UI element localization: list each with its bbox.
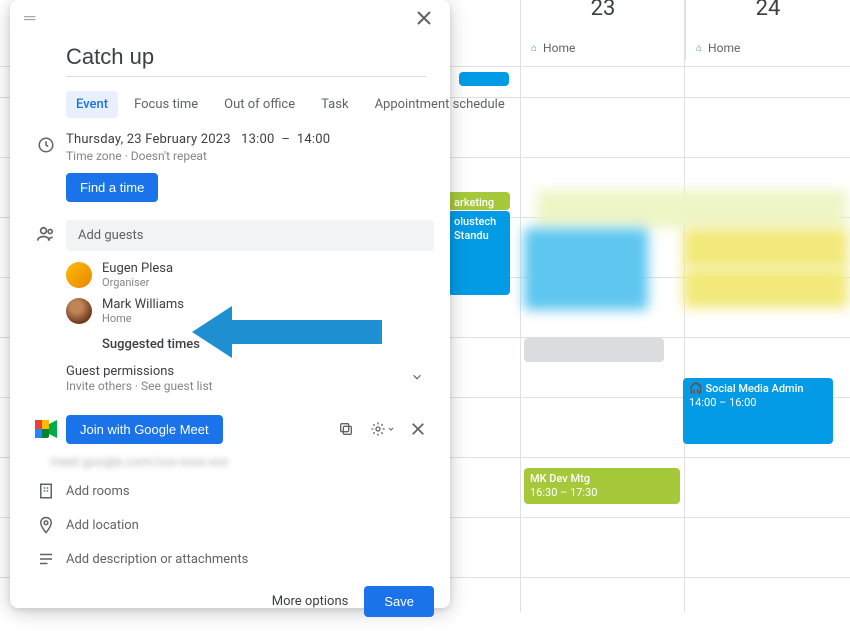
home-indicator: ⌂ Home: [520, 36, 685, 60]
close-icon: [411, 422, 425, 436]
event-time: 16:30 – 17:30: [530, 486, 597, 499]
event-block[interactable]: [524, 338, 664, 362]
event-marketing-weekly[interactable]: arketing weekly: [448, 192, 510, 210]
chevron-down-icon: [387, 425, 395, 433]
event-title-input[interactable]: [66, 40, 426, 77]
day-number: 23: [521, 0, 685, 21]
avatar: [66, 262, 92, 288]
event-block[interactable]: [537, 190, 847, 228]
home-label: Home: [543, 41, 575, 55]
people-icon: [26, 220, 66, 244]
location-icon: [26, 516, 66, 534]
remove-meet-button[interactable]: [402, 413, 434, 445]
copy-link-button[interactable]: [330, 413, 362, 445]
guest-permissions[interactable]: Guest permissions: [66, 364, 213, 379]
event-block[interactable]: [524, 228, 648, 310]
gear-icon: [370, 421, 386, 437]
event-social-media[interactable]: 🎧 Social Media Admin 14:00 – 16:00: [683, 378, 833, 444]
add-description-row[interactable]: Add description or attachments: [10, 542, 450, 576]
join-google-meet-button[interactable]: Join with Google Meet: [66, 415, 223, 444]
copy-icon: [338, 421, 354, 437]
home-icon: ⌂: [531, 43, 537, 54]
event-type-tabs: Event Focus time Out of office Task Appo…: [66, 91, 450, 118]
tab-out-of-office[interactable]: Out of office: [214, 91, 305, 118]
event-standup[interactable]: olustech Standu: [448, 211, 510, 295]
event-mk-dev[interactable]: MK Dev Mtg 16:30 – 17:30: [524, 468, 680, 504]
day-number: 24: [686, 0, 850, 21]
guest-role: Organiser: [102, 276, 173, 289]
more-options-link[interactable]: More options: [272, 594, 349, 609]
guest-name: Eugen Plesa: [102, 261, 173, 276]
avatar: [66, 298, 92, 324]
event-editor-panel: ═ Event Focus time Out of office Task Ap…: [10, 0, 450, 608]
timezone-repeat[interactable]: Time zone · Doesn't repeat: [66, 149, 434, 163]
home-indicator: ⌂ Home: [685, 36, 850, 60]
event-title: Social Media Admin: [705, 382, 803, 395]
suggested-times-link[interactable]: Suggested times: [102, 337, 434, 352]
meet-link[interactable]: meet.google.com/xxx-xxxx-xxx: [10, 449, 450, 474]
find-a-time-button[interactable]: Find a time: [66, 173, 158, 202]
close-button[interactable]: [406, 0, 442, 36]
add-rooms-row[interactable]: Add rooms: [10, 474, 450, 508]
google-meet-icon: [35, 420, 57, 438]
save-button[interactable]: Save: [364, 586, 434, 617]
clock-icon: [26, 132, 66, 154]
event-title: MK Dev Mtg: [530, 472, 590, 485]
guest-permissions-sub: Invite others · See guest list: [66, 379, 213, 393]
add-guests-input[interactable]: Add guests: [66, 220, 434, 251]
description-icon: [26, 550, 66, 568]
chevron-down-icon[interactable]: [410, 370, 434, 388]
tab-focus-time[interactable]: Focus time: [124, 91, 208, 118]
tab-appointment-schedule[interactable]: Appointment schedule: [365, 91, 515, 118]
drag-handle-icon[interactable]: ═: [18, 2, 41, 34]
tab-task[interactable]: Task: [311, 91, 358, 118]
event-block[interactable]: [459, 72, 509, 86]
close-icon: [416, 10, 432, 26]
guest-role: Home: [102, 312, 184, 325]
tab-event[interactable]: Event: [66, 91, 118, 118]
guest-row[interactable]: Mark Williams Home: [66, 293, 434, 329]
event-block[interactable]: [683, 228, 848, 268]
event-block[interactable]: [683, 268, 848, 308]
meet-settings-button[interactable]: [366, 413, 398, 445]
guest-name: Mark Williams: [102, 297, 184, 312]
event-datetime[interactable]: Thursday, 23 February 2023 13:00 – 14:00: [66, 132, 434, 147]
room-icon: [26, 482, 66, 500]
guest-row[interactable]: Eugen Plesa Organiser: [66, 257, 434, 293]
add-location-row[interactable]: Add location: [10, 508, 450, 542]
home-icon: ⌂: [696, 43, 702, 54]
event-time: 14:00 – 16:00: [689, 396, 756, 409]
headphones-icon: 🎧: [689, 382, 703, 395]
home-label: Home: [708, 41, 740, 55]
